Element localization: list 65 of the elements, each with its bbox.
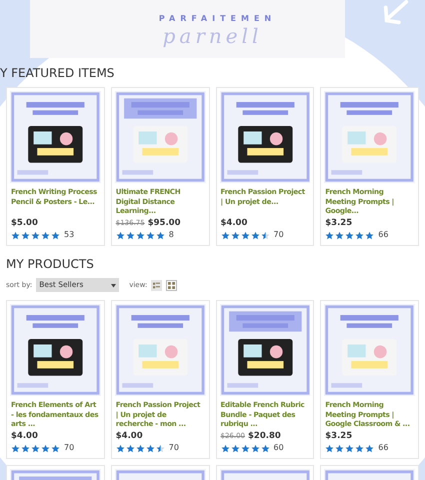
price: $4.00 <box>116 431 143 441</box>
price: $4.00 <box>220 218 248 228</box>
grid-view-button[interactable] <box>166 280 178 290</box>
star-icon <box>355 444 364 452</box>
price: $5.00 <box>11 218 38 228</box>
star-icon <box>240 230 250 240</box>
price: $20.80 <box>248 431 281 441</box>
star-icon <box>230 444 240 452</box>
star-icon <box>345 444 354 452</box>
star-icon <box>250 444 260 452</box>
star-icon <box>21 230 30 240</box>
price: $3.25 <box>325 218 352 228</box>
star-icon <box>355 230 364 240</box>
star-icon <box>41 230 50 240</box>
star-icon <box>11 444 20 452</box>
star-icon <box>220 444 230 452</box>
star-icon <box>31 230 40 240</box>
star-icon <box>240 444 250 452</box>
star-icon <box>116 230 125 240</box>
list-view-button[interactable] <box>151 280 162 290</box>
review-count: 60 <box>274 442 284 454</box>
star-icon <box>325 230 334 240</box>
star-icon <box>260 230 270 240</box>
price: $95.00 <box>148 218 181 228</box>
grid-icon <box>168 282 176 288</box>
star-icon <box>345 230 354 240</box>
star-icon <box>31 444 40 452</box>
star-icon <box>136 230 145 240</box>
star-icon <box>116 444 125 452</box>
star-icon <box>220 230 230 240</box>
star-icon <box>21 444 30 452</box>
star-icon <box>146 230 155 240</box>
star-icon <box>365 230 374 240</box>
section-heading: MY PRODUCTS <box>6 256 95 273</box>
star-icon <box>335 230 344 240</box>
review-count: 66 <box>378 229 388 241</box>
star-icon <box>230 230 240 240</box>
caret-icon <box>111 282 116 288</box>
star-icon <box>146 444 155 452</box>
banner-title: PARFAITEMEN <box>158 14 276 24</box>
star-icon <box>250 230 260 240</box>
section-heading: Y FEATURED ITEMS <box>0 65 116 82</box>
star-icon <box>51 230 60 240</box>
review-count: 66 <box>378 442 388 454</box>
star-icon <box>156 230 165 240</box>
star-icon <box>156 444 165 452</box>
star-icon <box>51 444 60 452</box>
review-count: 8 <box>168 229 174 241</box>
star-icon <box>335 444 344 452</box>
star-icon <box>126 230 135 240</box>
star-icon <box>126 444 135 452</box>
star-icon <box>11 230 20 240</box>
star-icon <box>41 444 50 452</box>
list-icon <box>153 282 160 288</box>
banner-script: parnell <box>162 24 262 48</box>
price: $3.25 <box>325 431 352 441</box>
star-icon <box>136 444 145 452</box>
star-icon <box>325 444 334 452</box>
review-count: 70 <box>64 442 74 454</box>
star-icon <box>365 444 374 452</box>
price: $4.00 <box>11 431 38 441</box>
review-count: 70 <box>274 229 284 241</box>
review-count: 70 <box>168 442 179 454</box>
star-icon <box>260 444 270 452</box>
review-count: 53 <box>64 229 74 241</box>
